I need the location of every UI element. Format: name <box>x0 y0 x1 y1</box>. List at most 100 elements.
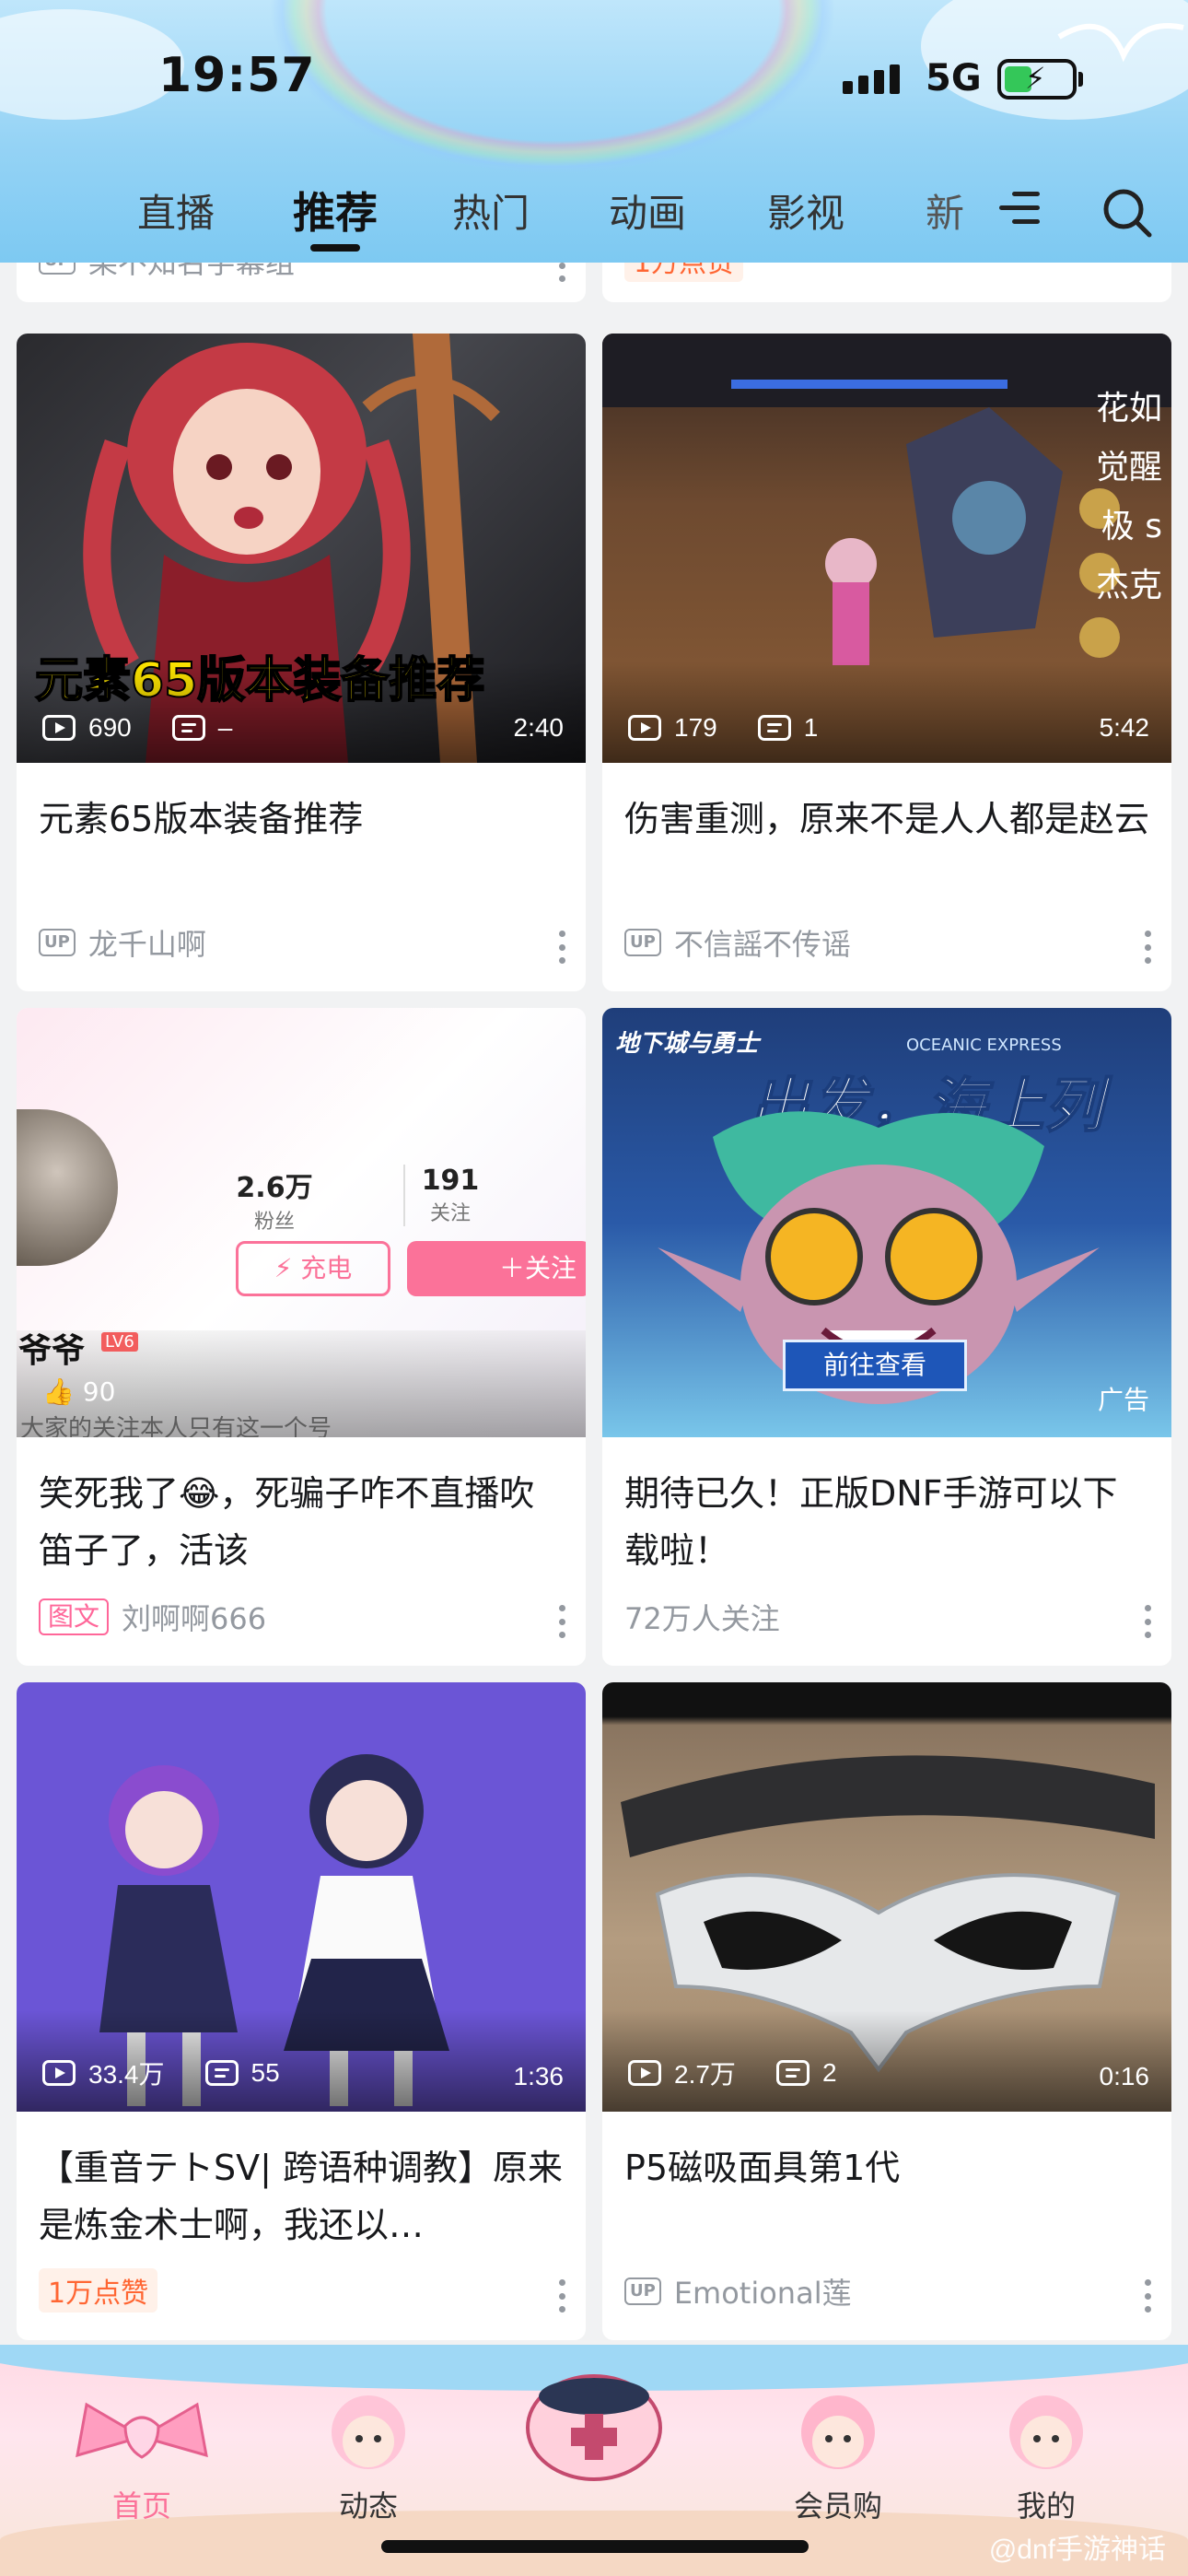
danmaku-count: – <box>217 713 233 742</box>
view-count: 33.4万 <box>88 2060 165 2089</box>
nav-dynamic[interactable]: 动态 <box>276 2391 460 2523</box>
post-type-badge: 图文 <box>39 1598 110 1635</box>
danmaku-icon <box>775 2060 809 2086</box>
video-duration: 1:36 <box>513 2062 565 2090</box>
author-name[interactable]: 刘啊啊666 <box>122 1596 266 1638</box>
nav-vip-shop[interactable]: 会员购 <box>746 2391 930 2523</box>
tab-hot[interactable]: 热门 <box>452 182 530 239</box>
ad-label: 广告 <box>1097 1385 1149 1415</box>
danmaku-count: 55 <box>250 2058 280 2087</box>
more-icon[interactable] <box>558 263 565 282</box>
profile-follow-label: 关注 <box>429 1202 471 1225</box>
video-thumbnail[interactable]: 33.4万 55 1:36 <box>17 1682 586 2112</box>
home-indicator[interactable] <box>381 2540 809 2553</box>
tab-film[interactable]: 影视 <box>767 182 844 239</box>
level-badge: LV6 <box>101 1332 138 1352</box>
partial-card-right[interactable]: 1万点赞 <box>602 263 1171 302</box>
view-count: 179 <box>674 713 717 742</box>
more-icon[interactable] <box>1144 931 1151 964</box>
ad-card[interactable]: 地下城与勇士 出发，海上列车！ OCEANIC EXPRESS 前往查看 广告 … <box>602 1008 1171 1666</box>
profile-fans-label: 粉丝 <box>253 1211 295 1234</box>
partial-card-left[interactable]: UP 某不知名字幕组 <box>17 263 586 302</box>
menu-icon[interactable] <box>999 192 1040 228</box>
play-count-icon <box>42 715 76 741</box>
danmaku-count: 2 <box>821 2058 837 2087</box>
profile-fans-count: 2.6万 <box>236 1172 313 1204</box>
danmaku-icon <box>171 715 205 741</box>
like-badge: 1万点赞 <box>624 263 744 282</box>
like-badge: 1万点赞 <box>39 2268 158 2313</box>
top-header: 19:57 5G ⚡ 直播 推荐 热门 动画 影视 新 <box>0 0 1188 263</box>
nav-mine[interactable]: 我的 <box>954 2391 1138 2523</box>
author-name[interactable]: Emotional莲 <box>674 2270 852 2313</box>
author-name[interactable]: 龙千山啊 <box>88 921 206 964</box>
banner-cta-button[interactable]: 前往查看 <box>783 1340 967 1391</box>
video-title[interactable]: 伤害重测，原来不是人人都是赵云 <box>624 790 1149 848</box>
like-count: 👍 90 <box>42 1376 116 1407</box>
video-card[interactable]: 花如 觉醒 极 s 杰克 179 1 5:42 伤害重测，原来不是人人都是赵云 … <box>602 334 1171 991</box>
post-image[interactable]: 2.6万 粉丝 191 关注 ⚡ 充电 ＋关注 爷爷 LV6 👍 90 大家的关… <box>17 1008 586 1437</box>
battery-icon: ⚡ <box>997 59 1083 100</box>
post-card[interactable]: 2.6万 粉丝 191 关注 ⚡ 充电 ＋关注 爷爷 LV6 👍 90 大家的关… <box>17 1008 586 1666</box>
charge-button: ⚡ 充电 <box>236 1241 390 1296</box>
video-duration: 2:40 <box>513 713 565 742</box>
danmaku-icon <box>204 2060 239 2086</box>
signal-icon <box>843 64 900 94</box>
profile-name: 爷爷 <box>18 1332 86 1370</box>
watermark: @dnf手游神话 <box>988 2535 1166 2565</box>
home-bow-icon <box>76 2402 208 2459</box>
up-badge: UP <box>624 2277 661 2305</box>
video-thumbnail[interactable]: 2.7万 2 0:16 <box>602 1682 1171 2112</box>
avatar <box>17 1109 118 1266</box>
more-icon[interactable] <box>558 1605 565 1638</box>
video-thumbnail[interactable]: 花如 觉醒 极 s 杰克 179 1 5:42 <box>602 334 1171 763</box>
video-title[interactable]: 元素65版本装备推荐 <box>39 790 564 848</box>
video-card[interactable]: 2.7万 2 0:16 P5磁吸面具第1代 UP Emotional莲 <box>602 1682 1171 2340</box>
profile-follow-count: 191 <box>421 1165 480 1197</box>
more-icon[interactable] <box>1144 2279 1151 2313</box>
more-icon[interactable] <box>1144 1605 1151 1638</box>
network-type: 5G <box>926 57 982 100</box>
more-icon[interactable] <box>558 931 565 964</box>
active-tab-indicator <box>310 244 360 252</box>
up-badge: UP <box>39 929 76 956</box>
status-time: 19:57 <box>158 48 316 103</box>
play-count-icon <box>42 2060 76 2086</box>
view-count: 690 <box>88 713 132 742</box>
vip-shop-mascot-icon <box>801 2395 875 2469</box>
video-card[interactable]: 元素65版本装备推荐 690 – 2:40 元素65版本装备推荐 UP 龙千山啊 <box>17 334 586 991</box>
video-duration: 0:16 <box>1099 2062 1150 2090</box>
view-count: 2.7万 <box>674 2060 736 2089</box>
search-icon[interactable] <box>1101 187 1153 239</box>
video-thumbnail[interactable]: 元素65版本装备推荐 690 – 2:40 <box>17 334 586 763</box>
tab-recommend[interactable]: 推荐 <box>293 180 378 240</box>
play-count-icon <box>628 715 661 741</box>
game-hud-text: 花如 觉醒 极 s 杰克 <box>1095 390 1162 604</box>
video-card[interactable]: 33.4万 55 1:36 【重音テトSV| 跨语种调教】原来是炼金术士啊，我还… <box>17 1682 586 2340</box>
tab-new[interactable]: 新 <box>926 182 964 239</box>
follow-button: ＋关注 <box>407 1241 586 1296</box>
post-title[interactable]: 笑死我了😂，死骗子咋不直播吹笛子了，活该 <box>39 1465 564 1579</box>
cloud-decoration <box>0 9 184 120</box>
ad-title[interactable]: 期待已久！正版DNF手游可以下载啦！ <box>624 1465 1149 1579</box>
video-duration: 5:42 <box>1099 713 1150 742</box>
rainbow-decoration <box>267 0 838 175</box>
author-name[interactable]: 不信謡不传谣 <box>674 921 851 964</box>
up-badge: UP <box>39 263 76 275</box>
followers-meta: 72万人关注 <box>624 1601 780 1636</box>
mine-mascot-icon <box>1009 2395 1083 2469</box>
video-feed[interactable]: UP 某不知名字幕组 1万点赞 元素65版本装备推荐 <box>0 263 1188 2576</box>
tab-anime[interactable]: 动画 <box>609 182 686 239</box>
danmaku-icon <box>757 715 791 741</box>
dynamic-mascot-icon <box>332 2395 405 2469</box>
danmaku-count: 1 <box>803 713 819 742</box>
nav-publish[interactable] <box>502 2363 686 2487</box>
more-icon[interactable] <box>558 2279 565 2313</box>
up-badge: UP <box>624 929 661 956</box>
tab-live[interactable]: 直播 <box>137 182 215 239</box>
video-title[interactable]: P5磁吸面具第1代 <box>624 2139 1149 2196</box>
video-title[interactable]: 【重音テトSV| 跨语种调教】原来是炼金术士啊，我还以… <box>39 2139 564 2254</box>
ad-banner[interactable]: 地下城与勇士 出发，海上列车！ OCEANIC EXPRESS 前往查看 广告 <box>602 1008 1171 1437</box>
profile-bio: 大家的关注本人只有这一个号 <box>20 1415 332 1437</box>
nav-home[interactable]: 首页 <box>50 2391 234 2523</box>
